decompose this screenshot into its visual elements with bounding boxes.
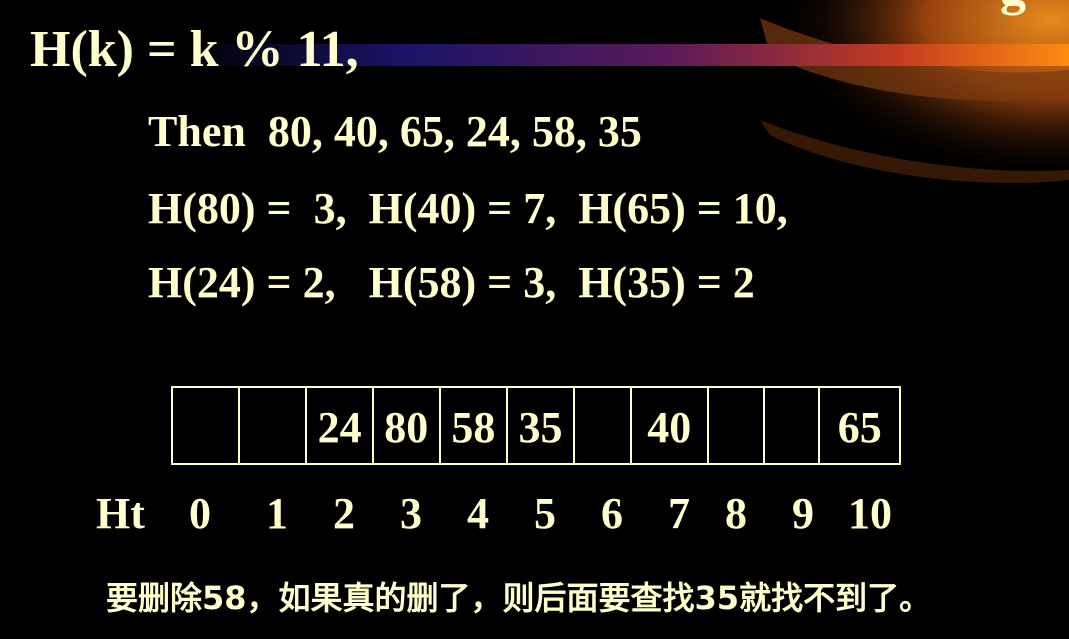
- index-3: 3: [400, 489, 422, 538]
- index-10: 10: [848, 489, 892, 538]
- index-0: 0: [189, 489, 211, 538]
- hash-values-line-2: H(24) = 2, H(58) = 3, H(35) = 2: [148, 258, 755, 307]
- hash-table-cell-4: 58: [441, 388, 509, 463]
- hash-table-cell-2: 24: [307, 388, 374, 463]
- hash-table-cell-0: [173, 388, 240, 463]
- keys-line: Then 80, 40, 65, 24, 58, 35: [148, 107, 642, 156]
- hash-table-cell-5: 35: [508, 388, 575, 463]
- hash-table-cell-1: [240, 388, 308, 463]
- hash-table-cell-7: 40: [632, 388, 710, 463]
- hash-table-cell-9: [765, 388, 821, 463]
- hash-table: 24 80 58 35 40 65: [171, 386, 901, 465]
- index-1: 1: [266, 489, 288, 538]
- hash-table-cell-6: [575, 388, 632, 463]
- corner-glyph: g: [1000, 0, 1026, 20]
- hash-table-cell-8: [709, 388, 765, 463]
- hash-table-cell-3: 80: [374, 388, 441, 463]
- index-5: 5: [534, 489, 556, 538]
- index-8: 8: [725, 489, 747, 538]
- slide-title: H(k) = k % 11,: [30, 21, 359, 78]
- index-2: 2: [333, 489, 355, 538]
- index-7: 7: [668, 489, 690, 538]
- deletion-note: 要删除58，如果真的删了，则后面要查找35就找不到了。: [106, 579, 932, 617]
- table-label: Ht: [96, 489, 145, 538]
- hash-values-line-1: H(80) = 3, H(40) = 7, H(65) = 10,: [148, 184, 788, 233]
- decorative-swoosh: [180, 0, 1069, 200]
- index-4: 4: [467, 489, 489, 538]
- index-6: 6: [601, 489, 623, 538]
- index-9: 9: [792, 489, 814, 538]
- hash-table-cell-10: 65: [837, 403, 882, 452]
